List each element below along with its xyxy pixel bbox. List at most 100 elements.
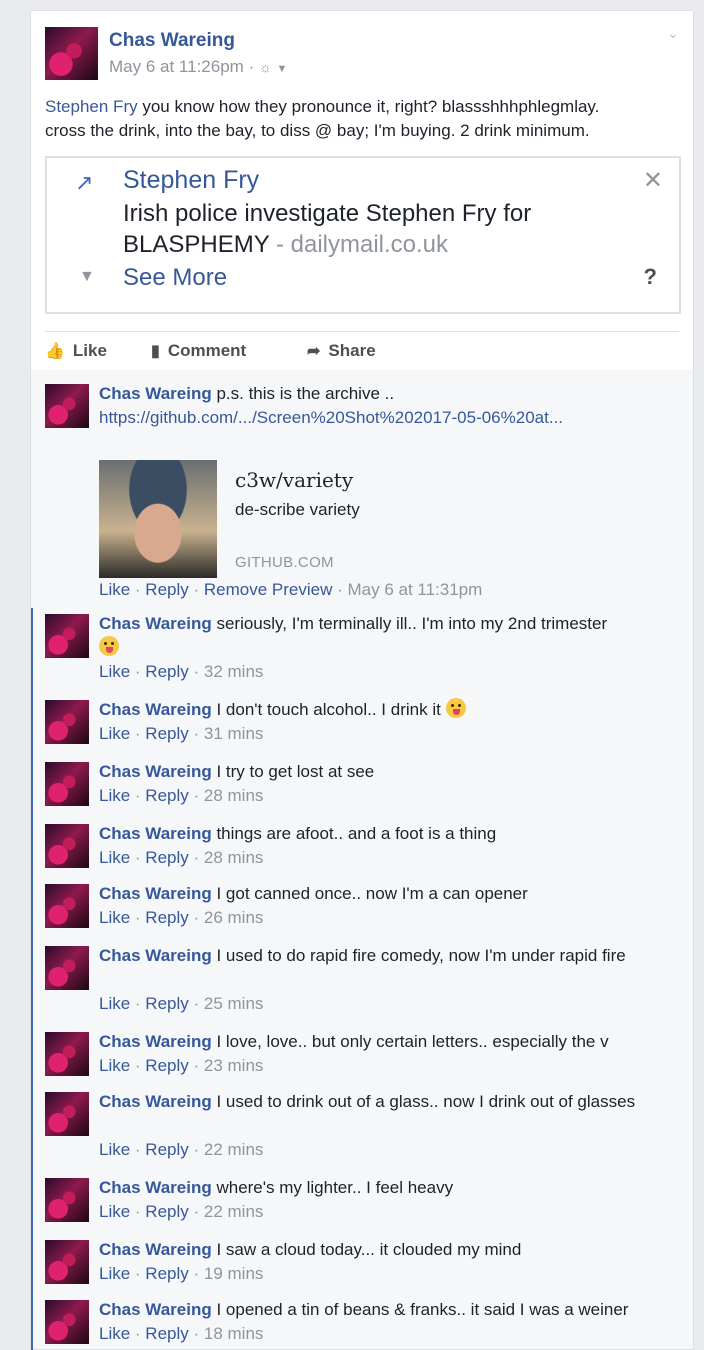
comment-like-link[interactable]: Like	[99, 994, 130, 1013]
comment-reply-link[interactable]: Reply	[145, 724, 188, 743]
comment-reply-link[interactable]: Reply	[145, 1264, 188, 1283]
commenter-name[interactable]: Chas Wareing	[99, 1178, 212, 1197]
commenter-name[interactable]: Chas Wareing	[99, 1300, 212, 1319]
comment-reply-link[interactable]: Reply	[145, 786, 188, 805]
post-text: Stephen Fry you know how they pronounce …	[45, 97, 600, 140]
comment-like-link[interactable]: Like	[99, 848, 130, 867]
commenter-avatar[interactable]	[45, 1300, 89, 1344]
see-more-link[interactable]: See More	[123, 264, 227, 292]
comment-actions: Like · Reply · Remove Preview · May 6 at…	[99, 580, 483, 599]
comment-time[interactable]: 28 mins	[204, 786, 264, 805]
card-headline[interactable]: Irish police investigate Stephen Fry for…	[123, 198, 623, 260]
commenter-avatar[interactable]	[45, 946, 89, 990]
trending-link-card[interactable]: ↗ Stephen Fry Irish police investigate S…	[45, 156, 681, 314]
comment-like-link[interactable]: Like	[99, 786, 130, 805]
card-title[interactable]: Stephen Fry	[123, 166, 259, 195]
comment-like-link[interactable]: Like	[99, 908, 130, 927]
comment-time[interactable]: 28 mins	[204, 848, 264, 867]
post-meta: May 6 at 11:26pm · ☼ ▼	[109, 57, 288, 76]
comment-time[interactable]: 22 mins	[204, 1202, 264, 1221]
comment-actions: Like · Reply · 22 mins	[99, 1202, 264, 1221]
commenter-avatar[interactable]	[45, 614, 89, 658]
commenter-avatar[interactable]	[45, 1032, 89, 1076]
comment-reply-link[interactable]: Reply	[145, 908, 188, 927]
commenter-name[interactable]: Chas Wareing	[99, 614, 212, 633]
commenter-name[interactable]: Chas Wareing	[99, 824, 212, 843]
post-date[interactable]: May 6 at 11:26pm	[109, 57, 244, 76]
commenter-name[interactable]: Chas Wareing	[99, 1032, 212, 1051]
comment-time[interactable]: 25 mins	[204, 994, 264, 1013]
card-domain: dailymail.co.uk	[290, 231, 449, 258]
comment-reply-link[interactable]: Reply	[145, 994, 188, 1013]
comment-time[interactable]: 19 mins	[204, 1264, 264, 1283]
commenter-avatar[interactable]	[45, 384, 89, 428]
remove-preview-link[interactable]: Remove Preview	[204, 580, 333, 599]
commenter-avatar[interactable]	[45, 824, 89, 868]
commenter-name[interactable]: Chas Wareing	[99, 700, 212, 719]
comment-text: I saw a cloud today... it clouded my min…	[211, 1240, 522, 1259]
link-preview[interactable]: c3w/variety de-scribe variety GITHUB.COM	[99, 460, 659, 578]
commenter-name[interactable]: Chas Wareing	[99, 884, 212, 903]
comment-time[interactable]: 18 mins	[204, 1324, 264, 1343]
commenter-avatar[interactable]	[45, 1178, 89, 1222]
mention-link[interactable]: Stephen Fry	[45, 97, 138, 116]
comment-like-link[interactable]: Like	[99, 1264, 130, 1283]
help-icon[interactable]: ?	[644, 264, 657, 290]
comment-like-link[interactable]: Like	[99, 1140, 130, 1159]
comment-like-link[interactable]: Like	[99, 724, 130, 743]
comment-time[interactable]: 32 mins	[204, 662, 264, 681]
comment-like-link[interactable]: Like	[99, 1324, 130, 1343]
preview-description: de-scribe variety	[235, 500, 360, 519]
comment-reply-link[interactable]: Reply	[145, 1056, 188, 1075]
post-card: ⌄ Chas Wareing May 6 at 11:26pm · ☼ ▼ St…	[30, 10, 694, 370]
commenter-avatar[interactable]	[45, 1240, 89, 1284]
comment-text: I love, love.. but only certain letters.…	[211, 1032, 609, 1051]
divider	[45, 331, 679, 332]
comment-time[interactable]: 22 mins	[204, 1140, 264, 1159]
trending-arrow-icon: ↗	[75, 170, 94, 195]
comment-reply-link[interactable]: Reply	[145, 1140, 188, 1159]
comment-time[interactable]: 26 mins	[204, 908, 264, 927]
comment-reply-link[interactable]: Reply	[145, 848, 188, 867]
comment-like-link[interactable]: Like	[99, 580, 130, 599]
commenter-name[interactable]: Chas Wareing	[99, 946, 212, 965]
comment-reply-link[interactable]: Reply	[145, 1324, 188, 1343]
commenter-avatar[interactable]	[45, 700, 89, 744]
commenter-avatar[interactable]	[45, 1092, 89, 1136]
comment-like-link[interactable]: Like	[99, 1202, 130, 1221]
share-button[interactable]: ➦ Share	[307, 341, 376, 361]
commenter-name[interactable]: Chas Wareing	[99, 1092, 212, 1111]
tongue-out-emoji-icon	[445, 698, 466, 718]
commenter-name[interactable]: Chas Wareing	[99, 1240, 212, 1259]
post-options-chevron-icon[interactable]: ⌄	[667, 25, 679, 42]
thumbs-up-icon: 👍	[45, 343, 65, 360]
preview-title[interactable]: c3w/variety	[235, 468, 353, 492]
comment-actions: Like · Reply · 25 mins	[99, 994, 264, 1013]
comment-reply-link[interactable]: Reply	[145, 1202, 188, 1221]
comment-time[interactable]: 23 mins	[204, 1056, 264, 1075]
comment-text: I used to do rapid fire comedy, now I'm …	[211, 946, 626, 965]
tongue-out-emoji-icon	[99, 636, 119, 656]
commenter-name[interactable]: Chas Wareing	[99, 762, 212, 781]
comment-reply-link[interactable]: Reply	[145, 580, 188, 599]
commenter-name[interactable]: Chas Wareing	[99, 384, 212, 403]
commenter-avatar[interactable]	[45, 884, 89, 928]
globe-icon[interactable]: ☼	[259, 59, 272, 75]
comment-like-link[interactable]: Like	[99, 662, 130, 681]
commenter-avatar[interactable]	[45, 762, 89, 806]
post-author-name[interactable]: Chas Wareing	[109, 30, 235, 52]
comment-actions: Like · Reply · 32 mins	[99, 662, 264, 681]
comment-text: I don't touch alcohol.. I drink it	[211, 700, 446, 719]
close-icon[interactable]: ✕	[643, 166, 663, 195]
like-button[interactable]: 👍 Like	[45, 341, 107, 361]
comment-like-link[interactable]: Like	[99, 1056, 130, 1075]
comment-link[interactable]: https://github.com/.../Screen%20Shot%202…	[99, 408, 563, 427]
comment-text: I used to drink out of a glass.. now I d…	[211, 1092, 636, 1111]
comment-button[interactable]: ▮ Comment	[151, 341, 246, 361]
comment-reply-link[interactable]: Reply	[145, 662, 188, 681]
preview-image[interactable]	[99, 460, 217, 578]
comment-time[interactable]: May 6 at 11:31pm	[347, 580, 482, 599]
comment-time[interactable]: 31 mins	[204, 724, 264, 743]
audience-dropdown-icon[interactable]: ▼	[277, 63, 288, 75]
author-avatar[interactable]	[45, 27, 98, 80]
